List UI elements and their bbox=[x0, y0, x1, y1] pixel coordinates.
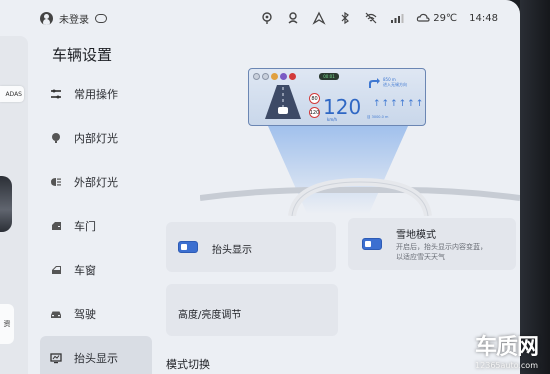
nav-label: 内部灯光 bbox=[74, 132, 118, 145]
status-left: 未登录 bbox=[40, 11, 107, 26]
location-pin-icon bbox=[262, 12, 272, 24]
hud-status-icon bbox=[280, 73, 287, 80]
side-card[interactable]: 资 bbox=[0, 304, 14, 344]
screen-bezel bbox=[520, 0, 550, 374]
nav-item-window[interactable]: 车窗 bbox=[40, 248, 152, 292]
adas-chip[interactable]: ADAS bbox=[0, 86, 24, 102]
hud-no-entry-icon bbox=[289, 73, 296, 80]
car-image bbox=[0, 176, 12, 232]
wifi-off-icon bbox=[365, 12, 377, 24]
hud-warning-icon bbox=[271, 73, 278, 80]
hud-glass: 00:01 80 120 120 km/h 850 m 进入无锡方向 ↑↑↑↑↑… bbox=[248, 68, 426, 126]
clock: 14:48 bbox=[469, 12, 498, 24]
status-right: 29℃ 14:48 bbox=[260, 11, 498, 25]
speed-limit-sign: 80 bbox=[309, 93, 320, 104]
snow-mode-switch[interactable] bbox=[362, 238, 382, 250]
nav-item-driving[interactable]: 驾驶 bbox=[40, 292, 152, 336]
interior-light-icon bbox=[50, 132, 62, 144]
hud-nav-info: 850 m 进入无锡方向 bbox=[383, 77, 407, 87]
hud-toggle-card[interactable]: 抬头显示 bbox=[166, 222, 336, 272]
hud-speed-unit: km/h bbox=[327, 117, 338, 122]
nav-label: 驾驶 bbox=[74, 308, 96, 321]
nav-item-common[interactable]: 常用操作 bbox=[40, 72, 152, 116]
screen: 未登录 29℃ 14:48 ADAS 资 车辆设置 常用操作 内部灯光 外部灯光… bbox=[0, 0, 520, 374]
snow-desc-line-1: 开启后，抬头显示内容变蓝， bbox=[396, 243, 487, 251]
headlight-icon bbox=[50, 176, 62, 188]
voice-assistant-icon bbox=[288, 12, 298, 24]
nav-item-door[interactable]: 车门 bbox=[40, 204, 152, 248]
hud-toggle-label: 抬头显示 bbox=[212, 245, 252, 256]
user-avatar-icon[interactable] bbox=[40, 12, 53, 25]
message-icon[interactable] bbox=[95, 14, 107, 23]
turn-arrow-icon bbox=[369, 78, 380, 88]
nav-item-hud[interactable]: 抬头显示 bbox=[40, 336, 152, 374]
temperature: 29℃ bbox=[433, 12, 458, 24]
nav-item-interior-light[interactable]: 内部灯光 bbox=[40, 116, 152, 160]
status-bar: 未登录 29℃ 14:48 bbox=[0, 0, 520, 36]
watermark: 车质网 12365auto.com bbox=[474, 329, 539, 370]
door-icon bbox=[50, 220, 62, 232]
hud-status-icon bbox=[253, 73, 260, 80]
hud-road-icon bbox=[265, 85, 301, 119]
snow-mode-card[interactable]: 雪地模式 开启后，抬头显示内容变蓝， 以适应雪天天气 bbox=[348, 218, 516, 270]
hud-speed: 120 bbox=[323, 95, 362, 119]
watermark-url: 12365auto.com bbox=[475, 361, 538, 370]
hud-pill: 00:01 bbox=[319, 73, 339, 80]
window-icon bbox=[50, 264, 62, 276]
hud-nav-instruction: 进入无锡方向 bbox=[383, 82, 407, 87]
nav-label: 车窗 bbox=[74, 264, 96, 277]
navigation-arrow-icon bbox=[312, 11, 326, 25]
nav-label: 抬头显示 bbox=[74, 352, 118, 365]
dashboard-illustration bbox=[200, 177, 520, 216]
nav-item-exterior-light[interactable]: 外部灯光 bbox=[40, 160, 152, 204]
hud-icon bbox=[50, 352, 62, 364]
brightness-card[interactable]: 高度/亮度调节 bbox=[166, 284, 338, 336]
hud-footer: 目 3000.0 m bbox=[367, 115, 389, 119]
hud-switch[interactable] bbox=[178, 241, 198, 253]
brightness-label: 高度/亮度调节 bbox=[178, 310, 242, 321]
snow-desc-line-2: 以适应雪天天气 bbox=[396, 253, 445, 261]
nav-label: 车门 bbox=[74, 220, 96, 233]
signal-icon bbox=[391, 14, 404, 23]
hud-preview: 00:01 80 120 120 km/h 850 m 进入无锡方向 ↑↑↑↑↑… bbox=[160, 58, 520, 216]
watermark-logo-text: 车质网 bbox=[474, 335, 539, 360]
mode-section-title: 模式切换 bbox=[166, 358, 210, 371]
nav-label: 外部灯光 bbox=[74, 176, 118, 189]
cloud-icon bbox=[417, 13, 430, 22]
sliders-icon bbox=[50, 88, 62, 100]
hud-status-icon bbox=[262, 73, 269, 80]
speed-limit-sign: 120 bbox=[309, 107, 320, 118]
weather: 29℃ bbox=[416, 11, 457, 25]
login-status[interactable]: 未登录 bbox=[59, 11, 89, 26]
snow-mode-description: 开启后，抬头显示内容变蓝， 以适应雪天天气 bbox=[396, 242, 487, 262]
settings-nav: 常用操作 内部灯光 外部灯光 车门 车窗 驾驶 抬头显示 bbox=[40, 72, 152, 374]
page-title: 车辆设置 bbox=[52, 46, 113, 64]
nav-label: 常用操作 bbox=[74, 88, 118, 101]
car-icon bbox=[50, 308, 62, 320]
snow-mode-label: 雪地模式 bbox=[396, 230, 436, 241]
hud-lanes: ↑↑↑↑↑↑ bbox=[373, 99, 425, 109]
bluetooth-icon bbox=[341, 11, 350, 25]
